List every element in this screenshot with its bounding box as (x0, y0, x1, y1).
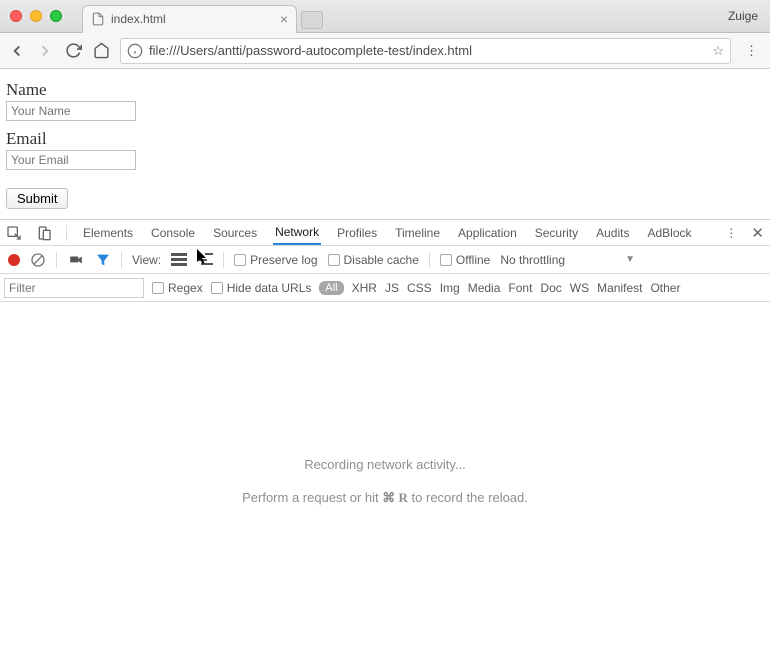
filter-type-doc[interactable]: Doc (540, 281, 561, 295)
tab-application[interactable]: Application (456, 221, 519, 245)
overview-icon[interactable] (197, 253, 213, 266)
close-tab-button[interactable]: × (280, 11, 288, 27)
reload-button[interactable] (64, 42, 82, 60)
separator (429, 252, 430, 268)
filter-type-img[interactable]: Img (440, 281, 460, 295)
email-input[interactable] (6, 150, 136, 170)
address-bar[interactable]: file:///Users/antti/password-autocomplet… (120, 38, 731, 64)
home-button[interactable] (92, 42, 110, 60)
hide-data-urls-checkbox[interactable]: Hide data URLs (211, 281, 312, 295)
maximize-window-button[interactable] (50, 10, 62, 22)
devtools-tabs: Elements Console Sources Network Profile… (0, 220, 770, 246)
profile-name[interactable]: Zuige (728, 9, 758, 23)
browser-menu-button[interactable]: ⋮ (741, 43, 762, 59)
page-icon (91, 12, 105, 26)
name-input[interactable] (6, 101, 136, 121)
separator (56, 252, 57, 268)
devtools-menu-button[interactable]: ⋮ (725, 226, 737, 240)
hint-text: Perform a request or hit ⌘ R to record t… (242, 490, 528, 506)
tab-profiles[interactable]: Profiles (335, 221, 379, 245)
tab-timeline[interactable]: Timeline (393, 221, 442, 245)
throttling-select[interactable]: No throttling ▼ (500, 253, 635, 267)
url-text: file:///Users/antti/password-autocomplet… (149, 43, 706, 58)
filter-type-font[interactable]: Font (508, 281, 532, 295)
filter-type-all[interactable]: All (319, 281, 343, 295)
large-rows-icon[interactable] (171, 253, 187, 266)
tab-adblock[interactable]: AdBlock (645, 221, 693, 245)
devtools-close-button[interactable]: ✕ (751, 224, 764, 242)
filter-type-manifest[interactable]: Manifest (597, 281, 642, 295)
tab-title: index.html (111, 12, 274, 26)
network-filter-bar: Regex Hide data URLs All XHR JS CSS Img … (0, 274, 770, 302)
inspect-icon[interactable] (6, 225, 22, 241)
offline-checkbox[interactable]: Offline (440, 253, 490, 267)
email-label: Email (6, 129, 764, 149)
tab-sources[interactable]: Sources (211, 221, 259, 245)
bookmark-star-icon[interactable]: ☆ (712, 43, 724, 59)
tab-audits[interactable]: Audits (594, 221, 631, 245)
page-content: Name Email Submit (0, 69, 770, 219)
site-info-icon[interactable] (127, 43, 143, 59)
browser-toolbar: file:///Users/antti/password-autocomplet… (0, 33, 770, 69)
filter-type-other[interactable]: Other (650, 281, 680, 295)
regex-checkbox[interactable]: Regex (152, 281, 203, 295)
separator (223, 252, 224, 268)
filter-input[interactable] (4, 278, 144, 298)
filter-icon[interactable] (95, 252, 111, 268)
close-window-button[interactable] (10, 10, 22, 22)
forward-button[interactable] (36, 42, 54, 60)
filter-type-ws[interactable]: WS (570, 281, 589, 295)
tab-console[interactable]: Console (149, 221, 197, 245)
separator (66, 225, 67, 241)
disable-cache-checkbox[interactable]: Disable cache (328, 253, 419, 267)
network-empty-state: Recording network activity... Perform a … (0, 302, 770, 660)
devtools-panel: Elements Console Sources Network Profile… (0, 219, 770, 660)
record-button[interactable] (8, 254, 20, 266)
chevron-down-icon: ▼ (625, 254, 635, 265)
window-titlebar: index.html × Zuige (0, 0, 770, 33)
browser-tab[interactable]: index.html × (82, 5, 297, 33)
filter-type-media[interactable]: Media (468, 281, 501, 295)
tab-security[interactable]: Security (533, 221, 580, 245)
clear-button[interactable] (30, 252, 46, 268)
view-label: View: (132, 253, 161, 267)
submit-button[interactable]: Submit (6, 188, 68, 209)
tab-elements[interactable]: Elements (81, 221, 135, 245)
preserve-log-checkbox[interactable]: Preserve log (234, 253, 317, 267)
minimize-window-button[interactable] (30, 10, 42, 22)
recording-status-text: Recording network activity... (304, 457, 466, 472)
back-button[interactable] (8, 42, 26, 60)
tab-network[interactable]: Network (273, 220, 321, 245)
traffic-lights (0, 10, 62, 22)
new-tab-button[interactable] (301, 11, 323, 29)
network-toolbar: View: Preserve log Disable cache Offline… (0, 246, 770, 274)
filter-type-js[interactable]: JS (385, 281, 399, 295)
device-toggle-icon[interactable] (36, 225, 52, 241)
filter-type-xhr[interactable]: XHR (352, 281, 377, 295)
name-label: Name (6, 80, 764, 100)
separator (121, 252, 122, 268)
filter-type-css[interactable]: CSS (407, 281, 432, 295)
capture-screenshots-icon[interactable] (67, 253, 85, 267)
